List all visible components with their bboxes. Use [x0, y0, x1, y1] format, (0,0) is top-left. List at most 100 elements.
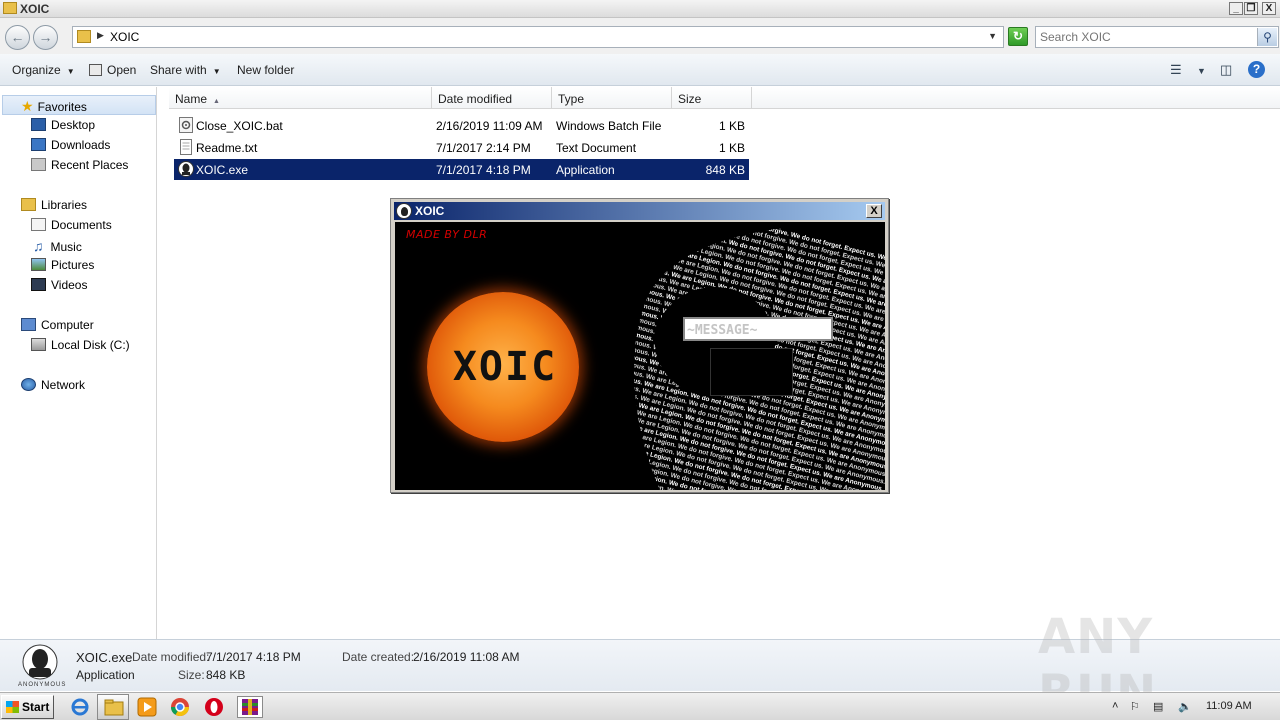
sidebar-item-label: Videos [51, 278, 88, 292]
refresh-button[interactable]: ↻ [1008, 27, 1028, 46]
batch-file-icon [178, 117, 194, 133]
sidebar-item-label: Local Disk (C:) [51, 338, 130, 352]
xoic-dialog: XOIC X We are Anonymous. We are Legion. … [390, 198, 889, 493]
opera-icon[interactable] [204, 697, 224, 717]
close-button[interactable]: X [1262, 2, 1276, 15]
action-center-flag-icon[interactable]: ⚐ [1130, 700, 1140, 713]
sidebar-item-videos[interactable]: Videos [31, 278, 87, 292]
file-name: XOIC.exe [196, 163, 249, 177]
breadcrumb-path[interactable]: XOIC [110, 30, 139, 44]
forward-button[interactable]: → [33, 25, 58, 50]
sidebar-item-downloads[interactable]: Downloads [31, 138, 110, 152]
minimize-button[interactable]: _ [1229, 2, 1243, 15]
details-date-modified-label: Date modified: [132, 650, 210, 664]
column-header-date-modified[interactable]: Date modified [432, 87, 552, 109]
search-icon[interactable]: ⚲ [1257, 28, 1277, 46]
details-size: 848 KB [206, 668, 246, 682]
network-status-icon[interactable]: ▤ [1153, 700, 1163, 713]
xoic-logo-text: XOIC [452, 344, 558, 390]
details-file-kind: Application [76, 668, 135, 682]
breadcrumb-chevron-icon[interactable]: ▶ [97, 30, 104, 41]
text-file-icon [178, 139, 194, 155]
search-box[interactable]: ⚲ [1035, 26, 1279, 48]
chevron-down-icon: ▼ [66, 67, 75, 76]
sidebar-item-favorites[interactable]: ★ Favorites [21, 98, 87, 115]
system-clock[interactable]: 11:09 AM [1206, 700, 1252, 712]
column-header-name[interactable]: Name ▲ [169, 87, 432, 109]
sidebar-item-desktop[interactable]: Desktop [31, 118, 95, 132]
details-file-name: XOIC.exe [76, 650, 133, 665]
navigation-pane: ★ Favorites Desktop Downloads Recent Plac… [0, 87, 157, 639]
file-size: 1 KB [718, 141, 745, 155]
chevron-down-icon: ▼ [212, 67, 221, 76]
file-size: 1 KB [718, 119, 745, 133]
chevron-down-icon[interactable]: ▼ [1197, 66, 1206, 76]
local-disk-icon [31, 338, 46, 351]
help-icon[interactable]: ? [1248, 61, 1265, 78]
sidebar-item-music[interactable]: ♫ Music [31, 238, 82, 254]
open-button[interactable]: Open [89, 63, 136, 77]
chevron-down-icon[interactable]: ▼ [988, 31, 997, 41]
volume-icon[interactable]: 🔈 [1178, 700, 1192, 713]
new-folder-button[interactable]: New folder [237, 63, 294, 77]
dialog-close-button[interactable]: X [866, 204, 882, 218]
column-header-type[interactable]: Type [552, 87, 672, 109]
sidebar-item-label: Documents [51, 218, 112, 232]
sidebar-item-libraries[interactable]: Libraries [21, 198, 87, 212]
folder-icon [3, 2, 17, 14]
explorer-taskbar-button[interactable] [97, 694, 129, 720]
restore-button[interactable]: ❐ [1244, 2, 1258, 15]
recent-places-icon [31, 158, 46, 171]
sidebar-item-label: Favorites [37, 100, 87, 114]
open-label: Open [107, 63, 137, 77]
file-date-modified: 7/1/2017 2:14 PM [436, 141, 531, 155]
file-name: Close_XOIC.bat [196, 119, 283, 133]
sidebar-item-label: Computer [41, 318, 94, 332]
sidebar-item-pictures[interactable]: Pictures [31, 258, 94, 272]
media-player-icon[interactable] [137, 697, 157, 717]
window-titlebar: XOIC _ ❐ X [0, 0, 1280, 18]
file-row[interactable]: Close_XOIC.bat 2/16/2019 11:09 AM Window… [174, 115, 749, 136]
address-bar[interactable]: ▶ XOIC ▼ [72, 26, 1004, 48]
start-button[interactable]: Start [1, 695, 54, 719]
file-type: Text Document [556, 141, 637, 155]
share-with-menu[interactable]: Share with ▼ [150, 63, 221, 77]
details-date-modified: 7/1/2017 4:18 PM [206, 650, 301, 664]
sidebar-item-label: Libraries [41, 198, 88, 212]
view-options-icon[interactable]: ☰ [1170, 62, 1182, 78]
column-header-size[interactable]: Size [672, 87, 752, 109]
sort-ascending-icon: ▲ [213, 98, 220, 105]
column-header-filler [752, 87, 1280, 109]
sidebar-item-label: Pictures [51, 258, 95, 272]
command-bar: Organize ▼ Open Share with ▼ New folder ☰ … [0, 54, 1280, 86]
chrome-icon[interactable] [170, 697, 190, 717]
internet-explorer-icon[interactable] [70, 697, 90, 717]
dialog-title: XOIC [415, 204, 445, 218]
file-row[interactable]: Readme.txt 7/1/2017 2:14 PM Text Documen… [174, 137, 749, 158]
folder-icon [77, 30, 91, 43]
star-icon: ★ [21, 98, 34, 114]
desktop-icon [31, 118, 46, 131]
show-hidden-icons-icon[interactable]: ˄ [1112, 700, 1118, 712]
organize-menu[interactable]: Organize ▼ [12, 63, 75, 77]
explorer-folder-icon [104, 698, 124, 718]
pictures-icon [31, 258, 46, 271]
back-button[interactable]: ← [5, 25, 30, 50]
search-input[interactable] [1040, 29, 1250, 45]
windows-logo-icon [6, 701, 19, 713]
sidebar-item-documents[interactable]: Documents [31, 218, 112, 232]
sidebar-item-network[interactable]: Network [21, 378, 85, 392]
sidebar-item-label: Music [50, 240, 82, 254]
sidebar-item-recent-places[interactable]: Recent Places [31, 158, 128, 172]
preview-pane-icon[interactable]: ◫ [1220, 62, 1232, 78]
music-icon: ♫ [33, 238, 44, 254]
winrar-icon[interactable] [237, 696, 263, 718]
sidebar-item-local-disk[interactable]: Local Disk (C:) [31, 338, 130, 352]
start-label: Start [22, 700, 50, 714]
icon-caption: ANONYMOUS [18, 682, 67, 688]
sidebar-item-computer[interactable]: Computer [21, 318, 94, 332]
message-input[interactable] [683, 317, 833, 341]
message-output-box[interactable] [710, 348, 793, 396]
file-row-selected[interactable]: XOIC.exe 7/1/2017 4:18 PM Application 84… [174, 159, 749, 180]
sidebar-item-label: Recent Places [51, 158, 129, 172]
